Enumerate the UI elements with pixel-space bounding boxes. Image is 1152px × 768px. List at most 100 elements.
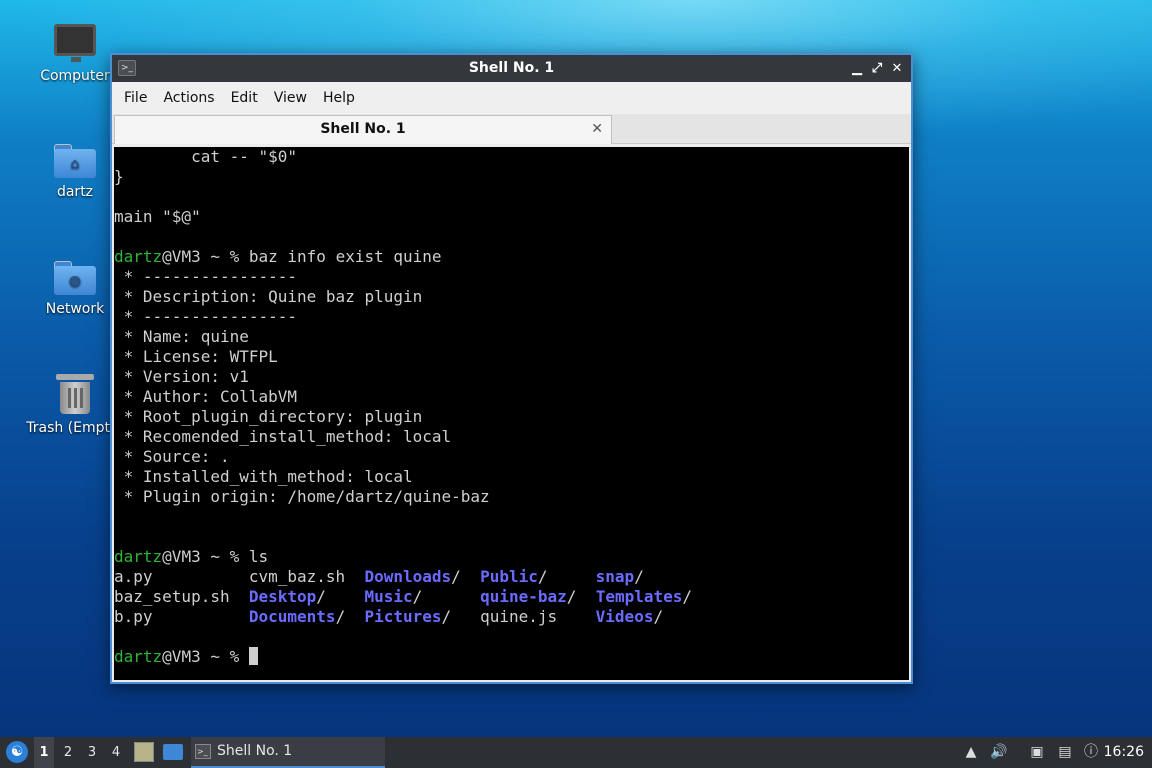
trash-icon [56,374,94,414]
ls-sep [153,607,249,626]
network-tray-icon[interactable]: ▣ [1028,743,1046,761]
prompt-host: @VM3 ~ % [162,647,249,666]
terminal-text: * Root_plugin_directory: plugin [114,407,423,426]
ls-sep: / [441,607,481,626]
tab-bar: Shell No. 1 ✕ [112,114,911,144]
terminal-text: * Author: CollabVM [114,387,298,406]
terminal-line: * Description: Quine baz plugin [114,287,909,307]
menu-actions[interactable]: Actions [155,82,222,114]
ls-sep [345,567,364,586]
terminal-line: dartz@VM3 ~ % [114,647,909,667]
terminal-text: main "$@" [114,207,201,226]
terminal-text: * Name: quine [114,327,249,346]
ls-entry: Downloads [364,567,452,586]
terminal-line: main "$@" [114,207,909,227]
terminal-line: * Source: . [114,447,909,467]
prompt-user: dartz [114,547,163,566]
tab-label: Shell No. 1 [320,121,406,137]
tray-arrow-up-icon[interactable]: ▲ [962,743,980,761]
workspace-1[interactable]: 1 [34,737,54,768]
ls-entry: a.py [114,567,153,586]
ls-entry: cvm_baz.sh [248,567,346,586]
menu-help[interactable]: Help [315,82,363,114]
show-desktop-icon[interactable] [163,744,183,760]
terminal-output[interactable]: cat -- "$0"} main "$@" dartz@VM3 ~ % baz i… [114,147,909,680]
text-cursor [248,647,258,665]
workspace-2[interactable]: 2 [58,737,78,768]
prompt-user: dartz [114,647,163,666]
terminal-text: * Source: . [114,447,230,466]
terminal-line: * Installed_with_method: local [114,467,909,487]
computer-icon [54,24,96,62]
terminal-line: cat -- "$0" [114,147,909,167]
ls-sep: / [634,567,644,586]
menu-edit[interactable]: Edit [223,82,266,114]
terminal-icon: >_ [195,744,211,759]
ls-entry: Templates [595,587,683,606]
prompt-command: ls [248,547,269,566]
minimize-button[interactable]: ▁ [847,55,867,82]
terminal-line: dartz@VM3 ~ % baz info exist quine [114,247,909,267]
ls-entry: Public [480,567,538,586]
terminal-text: cat -- "$0" [114,147,298,166]
ls-entry: Desktop [248,587,317,606]
tab-close-icon[interactable]: ✕ [591,116,603,143]
taskbar: ☯ 1 2 3 4 >_ Shell No. 1 ▲ 🔊 ▣ ▤ ⓘ 16:26 [0,737,1152,768]
terminal-text: } [114,167,124,186]
file-manager-icon[interactable] [134,742,154,762]
terminal-text: * Plugin origin: /home/dartz/quine-baz [114,487,490,506]
ls-sep: / [451,567,481,586]
ls-sep: / [537,567,596,586]
ls-entry: Videos [595,607,654,626]
terminal-line: * ---------------- [114,267,909,287]
terminal-line: * Author: CollabVM [114,387,909,407]
prompt-host: @VM3 ~ % [162,247,249,266]
terminal-line: * ---------------- [114,307,909,327]
menu-view[interactable]: View [266,82,315,114]
window-titlebar[interactable]: >_ Shell No. 1 ▁ ⤢ ✕ [112,55,911,82]
terminal-text: * ---------------- [114,267,298,286]
menubar: File Actions Edit View Help [112,82,911,114]
volume-icon[interactable]: 🔊 [990,743,1008,761]
ls-sep: / [412,587,481,606]
menu-file[interactable]: File [116,82,155,114]
maximize-button[interactable]: ⤢ [867,55,887,82]
ls-sep [557,607,596,626]
prompt-user: dartz [114,247,163,266]
terminal-line: } [114,167,909,187]
ls-entry: quine.js [480,607,558,626]
terminal-text: * Version: v1 [114,367,249,386]
clock[interactable]: 16:26 [1104,737,1144,768]
ls-sep: / [335,607,365,626]
home-folder-icon: ⌂ [54,144,96,178]
ls-row: b.py Documents/ Pictures/ quine.js Video… [114,607,909,627]
ls-sep: / [653,607,664,626]
ls-entry: Pictures [364,607,442,626]
ls-row: a.py cvm_baz.sh Downloads/ Public/ snap/ [114,567,909,587]
taskbar-item-shell[interactable]: >_ Shell No. 1 [191,737,385,768]
terminal-text: * Description: Quine baz plugin [114,287,423,306]
ls-sep [230,587,249,606]
start-menu-button[interactable]: ☯ [6,741,28,763]
terminal-line: * License: WTFPL [114,347,909,367]
workspace-4[interactable]: 4 [106,737,126,768]
clipboard-icon[interactable]: ▤ [1056,743,1074,761]
ls-sep [153,567,249,586]
ls-entry: baz_setup.sh [114,587,230,606]
terminal-line: dartz@VM3 ~ % ls [114,547,909,567]
notification-icon[interactable]: ⓘ [1082,743,1100,761]
ls-row: baz_setup.sh Desktop/ Music/ quine-baz/ … [114,587,909,607]
ls-entry: quine-baz [480,587,567,606]
tab-shell-1[interactable]: Shell No. 1 ✕ [114,115,612,144]
window-title: Shell No. 1 [468,60,555,76]
ls-sep: / [316,587,365,606]
terminal-text: * Recomended_install_method: local [114,427,452,446]
workspace-3[interactable]: 3 [82,737,102,768]
close-button[interactable]: ✕ [887,55,907,82]
terminal-text: * Installed_with_method: local [114,467,413,486]
